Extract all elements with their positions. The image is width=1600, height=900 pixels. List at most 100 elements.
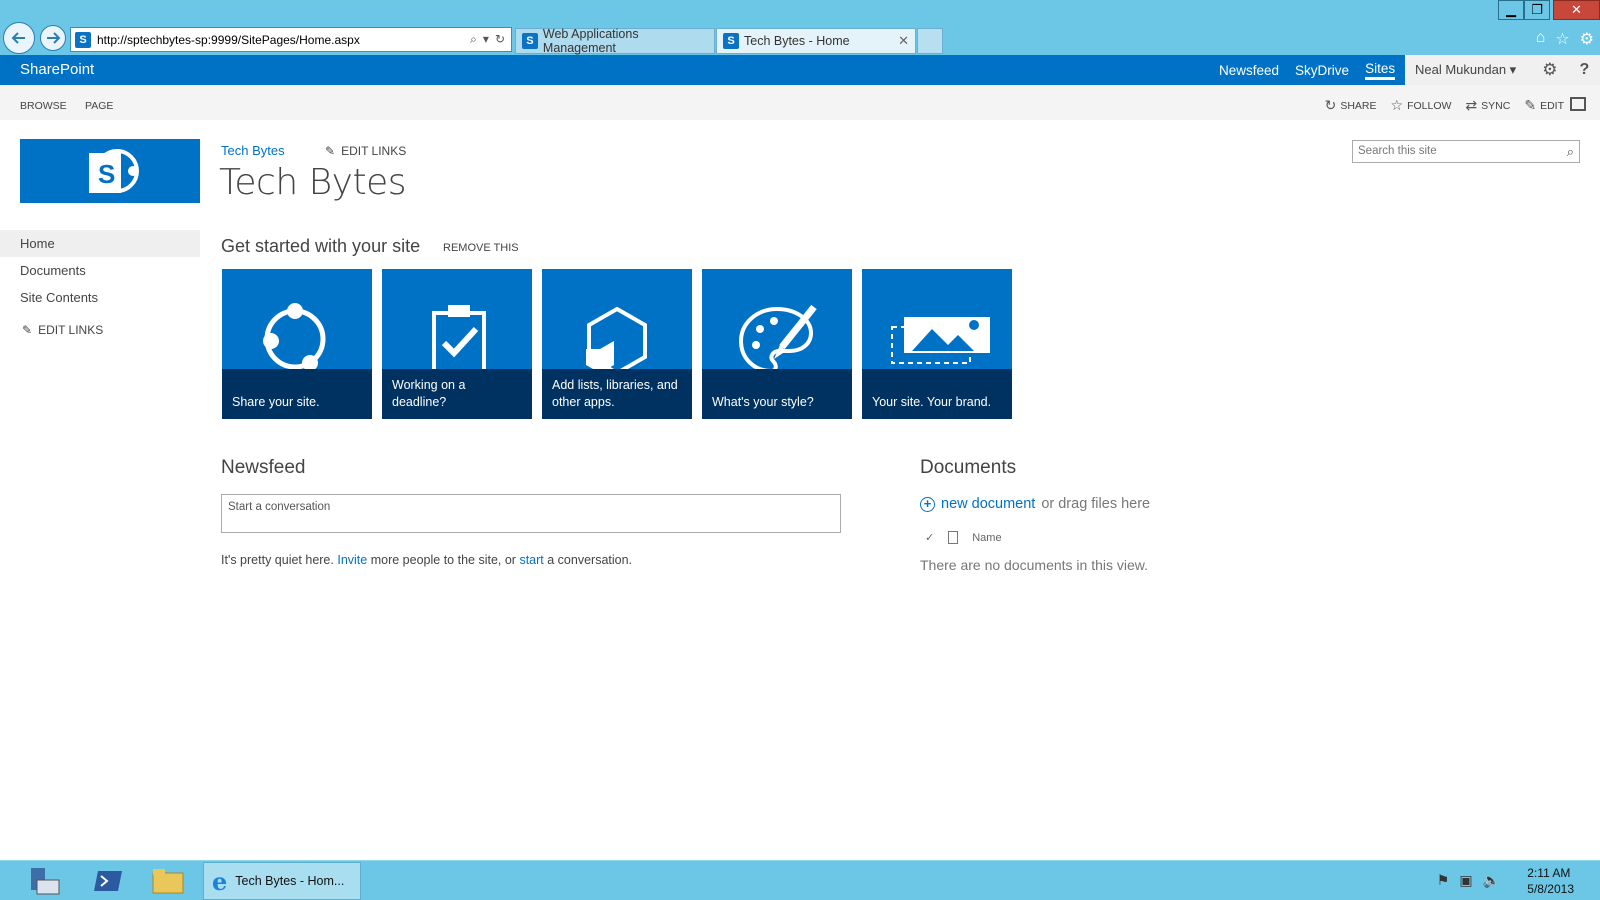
- browser-chrome: S http://sptechbytes-sp:9999/SitePages/H…: [0, 0, 1600, 55]
- sharepoint-brand[interactable]: SharePoint: [20, 61, 94, 78]
- star-icon: ☆: [1390, 97, 1404, 113]
- taskbar-ie-window[interactable]: e Tech Bytes - Hom...: [203, 862, 361, 900]
- getstarted-tiles: Share your site. Working on a deadline? …: [222, 269, 1012, 419]
- internet-explorer-icon: e: [212, 866, 228, 896]
- tab-web-applications[interactable]: S Web Applications Management: [515, 27, 715, 55]
- pencil-icon: ✎: [1524, 97, 1537, 113]
- tile-style[interactable]: What's your style?: [702, 269, 852, 419]
- start-link[interactable]: start: [519, 553, 543, 567]
- close-window-button[interactable]: ✕: [1553, 0, 1600, 20]
- tile-caption: Your site. Your brand.: [862, 369, 1012, 419]
- tab-label: Web Applications Management: [542, 27, 639, 55]
- tile-caption: What's your style?: [702, 369, 852, 419]
- ribbon-tab-browse[interactable]: BROWSE: [20, 100, 67, 112]
- network-icon[interactable]: ▣: [1459, 872, 1472, 889]
- tile-caption: Working on a deadline?: [382, 369, 532, 419]
- suite-link-sites[interactable]: Sites: [1365, 61, 1396, 80]
- maximize-button[interactable]: ❐: [1524, 0, 1550, 20]
- tile-caption: Share your site.: [222, 369, 372, 419]
- address-bar[interactable]: S http://sptechbytes-sp:9999/SitePages/H…: [70, 27, 512, 52]
- user-name[interactable]: Neal Mukundan ▾: [1415, 62, 1516, 78]
- new-tab-button[interactable]: [917, 28, 943, 54]
- top-edit-links[interactable]: ✎ EDIT LINKS: [325, 144, 406, 158]
- remove-this-link[interactable]: REMOVE THIS: [443, 242, 519, 254]
- clock[interactable]: 2:11 AM 5/8/2013: [1527, 865, 1574, 897]
- suite-link-skydrive[interactable]: SkyDrive: [1295, 63, 1349, 78]
- sharepoint-favicon-icon: S: [522, 33, 538, 49]
- start-conversation-input[interactable]: Start a conversation: [221, 494, 841, 533]
- edit-button[interactable]: ✎ EDIT: [1524, 97, 1564, 114]
- file-explorer-icon[interactable]: [150, 865, 186, 897]
- sync-icon: ⇄: [1465, 97, 1478, 113]
- quick-launch: Home Documents Site Contents ✎ EDIT LINK…: [0, 230, 200, 337]
- ribbon: BROWSE PAGE ↻ SHARE ☆ FOLLOW ⇄ SYNC ✎ EDIT: [0, 85, 1600, 120]
- invite-link[interactable]: Invite: [337, 553, 367, 567]
- address-url[interactable]: http://sptechbytes-sp:9999/SitePages/Hom…: [97, 33, 360, 47]
- sync-button[interactable]: ⇄ SYNC: [1465, 97, 1510, 114]
- documents-column-header: ✓ Name: [925, 531, 1002, 544]
- dropdown-icon[interactable]: ▾: [483, 32, 489, 47]
- hexagon-apps-icon: [586, 306, 647, 369]
- search-icon[interactable]: ⌕: [1567, 141, 1574, 162]
- follow-button[interactable]: ☆ FOLLOW: [1391, 97, 1452, 114]
- home-icon[interactable]: ⌂: [1536, 29, 1546, 49]
- search-input[interactable]: Search this site ⌕: [1352, 140, 1580, 163]
- taskbar: e Tech Bytes - Hom... ⚑ ▣ 🔈 2:11 AM 5/8/…: [0, 860, 1600, 900]
- tile-brand[interactable]: Your site. Your brand.: [862, 269, 1012, 419]
- clipboard-check-icon: [432, 305, 486, 369]
- getstarted-heading: Get started with your site: [221, 236, 421, 256]
- quicklaunch-edit-links[interactable]: ✎ EDIT LINKS: [0, 323, 200, 337]
- newsfeed-heading: Newsfeed: [221, 457, 306, 478]
- pencil-icon: ✎: [325, 144, 336, 158]
- tab-label: Tech Bytes - Home: [744, 34, 850, 48]
- quicklaunch-home[interactable]: Home: [0, 230, 200, 257]
- gear-icon[interactable]: ⚙: [1580, 29, 1594, 49]
- sharepoint-favicon-icon: S: [75, 31, 91, 48]
- refresh-icon[interactable]: ↻: [495, 32, 505, 47]
- settings-gear-icon[interactable]: ⚙: [1542, 60, 1557, 80]
- pencil-icon: ✎: [22, 323, 33, 337]
- sharepoint-favicon-icon: S: [723, 33, 739, 49]
- tile-add-apps[interactable]: Add lists, libraries, and other apps.: [542, 269, 692, 419]
- help-icon[interactable]: ?: [1579, 61, 1589, 79]
- favorites-star-icon[interactable]: ☆: [1555, 29, 1569, 49]
- picture-brand-icon: [891, 317, 990, 364]
- newsfeed-empty-message: It's pretty quiet here. Invite more peop…: [221, 553, 633, 567]
- arrow-left-icon: [11, 32, 25, 44]
- svg-text:S: S: [98, 159, 115, 189]
- tile-caption: Add lists, libraries, and other apps.: [542, 369, 692, 419]
- quicklaunch-documents[interactable]: Documents: [0, 257, 200, 284]
- quicklaunch-site-contents[interactable]: Site Contents: [0, 284, 200, 311]
- server-manager-icon[interactable]: [26, 865, 62, 897]
- user-menu[interactable]: Neal Mukundan ▾ ⚙ ?: [1405, 55, 1600, 85]
- documents-empty-message: There are no documents in this view.: [920, 557, 1149, 573]
- add-circle-icon[interactable]: +: [920, 496, 935, 512]
- ribbon-tab-page[interactable]: PAGE: [85, 100, 113, 112]
- name-column-header[interactable]: Name: [972, 532, 1001, 544]
- forward-button[interactable]: [40, 25, 66, 51]
- tab-tech-bytes-home[interactable]: S Tech Bytes - Home ✕: [716, 28, 916, 54]
- volume-muted-icon[interactable]: 🔈: [1483, 872, 1500, 889]
- suite-link-newsfeed[interactable]: Newsfeed: [1219, 63, 1279, 78]
- new-document-link[interactable]: new document: [941, 496, 1035, 512]
- action-center-flag-icon[interactable]: ⚑: [1437, 872, 1450, 889]
- share-circle-icon: [263, 303, 326, 369]
- focus-on-content-icon[interactable]: [1570, 97, 1586, 111]
- arrow-right-icon: [47, 32, 61, 44]
- page-title: Tech Bytes: [219, 162, 406, 203]
- site-logo[interactable]: S: [20, 139, 200, 203]
- new-document-row: + new document or drag files here: [920, 496, 1150, 512]
- search-icon[interactable]: ⌕: [470, 32, 477, 47]
- suite-bar: SharePoint Newsfeed SkyDrive Sites Neal …: [0, 55, 1600, 85]
- system-tray: ⚑ ▣ 🔈: [1437, 872, 1500, 889]
- close-icon[interactable]: ✕: [898, 33, 909, 49]
- breadcrumb[interactable]: Tech Bytes: [221, 143, 285, 158]
- tile-share-site[interactable]: Share your site.: [222, 269, 372, 419]
- back-button[interactable]: [3, 22, 35, 54]
- powershell-icon[interactable]: [90, 865, 126, 897]
- palette-icon: [738, 304, 817, 369]
- tile-deadline[interactable]: Working on a deadline?: [382, 269, 532, 419]
- share-button[interactable]: ↻ SHARE: [1325, 97, 1377, 114]
- minimize-button[interactable]: ▁: [1498, 0, 1524, 20]
- checkmark-icon[interactable]: ✓: [925, 531, 934, 544]
